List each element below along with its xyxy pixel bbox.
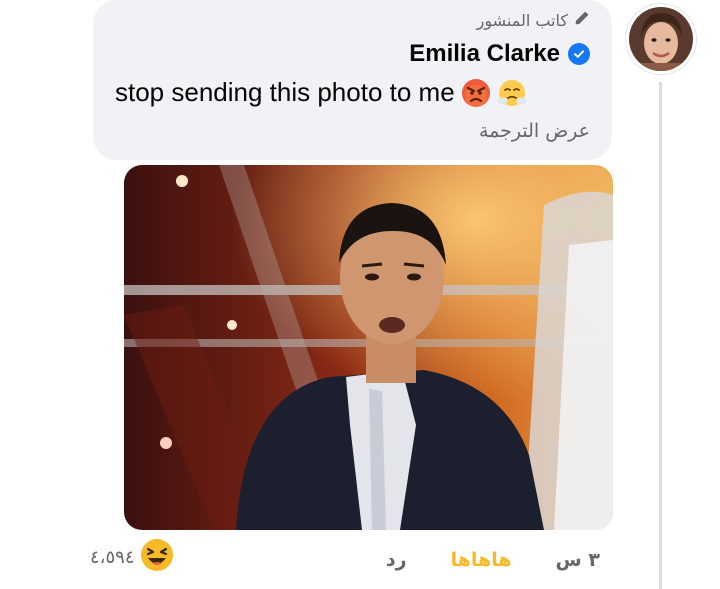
face-with-steam-icon: [497, 78, 527, 108]
author-row: Emilia Clarke: [409, 40, 590, 68]
angry-face-icon: [461, 78, 491, 108]
author-badge-label: كاتب المنشور: [476, 10, 568, 30]
avatar[interactable]: [625, 3, 697, 75]
reaction-count: ٤،٥٩٤: [90, 546, 135, 568]
comment-actions: ٣ س هاهاها رد: [360, 545, 600, 575]
comment-text-row: stop sending this photo to me: [115, 77, 527, 108]
haha-reaction-icon: [140, 538, 174, 576]
see-translation-link[interactable]: عرض الترجمة: [479, 120, 590, 142]
comment-bubble: كاتب المنشور Emilia Clarke stop sending …: [93, 0, 612, 160]
comment-timestamp[interactable]: ٣ س: [556, 549, 600, 571]
avatar-photo: [629, 7, 693, 71]
author-name[interactable]: Emilia Clarke: [409, 40, 560, 68]
pencil-icon: [574, 10, 590, 30]
reply-button[interactable]: رد: [386, 549, 407, 571]
author-badge: كاتب المنشور: [477, 10, 590, 30]
comment-text: stop sending this photo to me: [115, 77, 455, 107]
reply-thread-line: [659, 82, 662, 589]
reaction-button[interactable]: هاهاها: [451, 549, 512, 571]
reaction-summary[interactable]: ٤،٥٩٤: [90, 538, 174, 576]
verified-badge-icon: [568, 43, 590, 65]
attached-photo[interactable]: [124, 165, 613, 530]
